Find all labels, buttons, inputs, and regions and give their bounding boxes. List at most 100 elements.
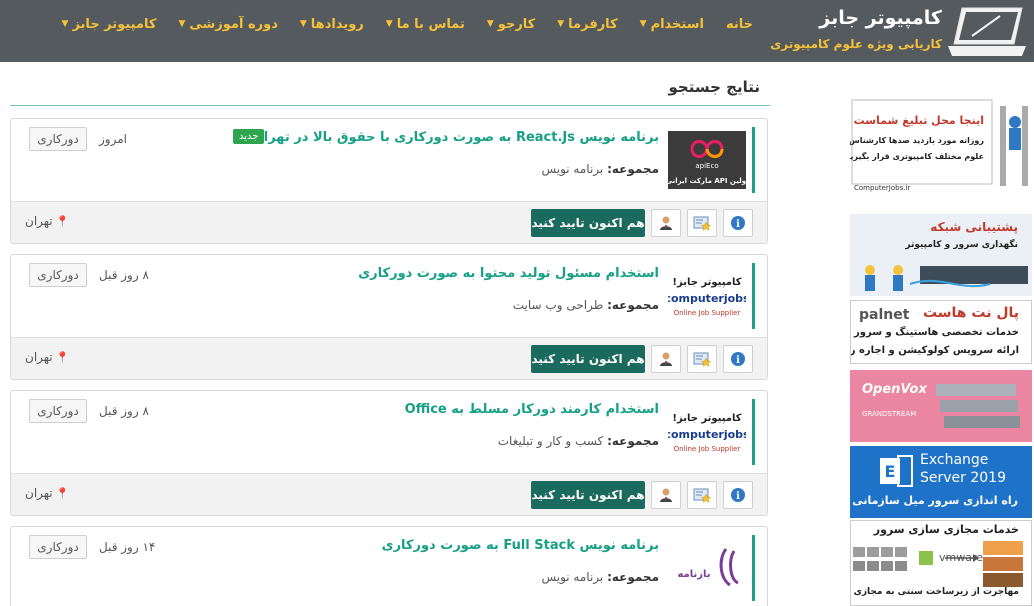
company-logo[interactable]: کامپیوتر جابز! computerjobs Online Job S… (667, 399, 755, 465)
nav-item-home[interactable]: خانه (715, 17, 764, 32)
svg-text:i: i (736, 491, 740, 502)
ad-body: ارائه سرویس کولوکیشن و اجاره رک (850, 345, 1019, 356)
job-type-badge: دورکاری (29, 535, 87, 559)
bookmark-button[interactable] (687, 481, 717, 509)
ad-title: پشتیبانی شبکه (930, 220, 1018, 234)
map-pin-icon: 📍 (55, 214, 70, 228)
main-nav: خانه استخدام ▼ کارفرما ▼ کارجو ▼ تماس با ما… (51, 0, 764, 48)
ad-banner-palnet[interactable]: palnet پال نت هاست خدمات تخصصی هاستینگ و… (850, 300, 1032, 364)
svg-text:بازنامه: بازنامه (677, 569, 710, 580)
job-title-link[interactable]: برنامه نویس React.Js به صورت دورکاری با … (253, 130, 659, 145)
chevron-down-icon: ▼ (385, 19, 393, 29)
card-footer: i هم اکنون تایید کنید 📍 تهران (11, 337, 767, 379)
svg-text:E: E (885, 462, 896, 481)
card-footer: i هم اکنون تایید کنید 📍 تهران (11, 201, 767, 243)
info-button[interactable]: i (723, 209, 753, 237)
ad-brand: OpenVox (862, 382, 927, 397)
job-card: کامپیوتر جابز! computerjobs Online Job S… (10, 254, 768, 380)
info-button[interactable]: i (723, 481, 753, 509)
company-logo[interactable]: apiEco اولین API مارکت ایرانی (667, 127, 755, 193)
exchange-logo-icon: E (880, 455, 913, 487)
chevron-down-icon: ▼ (639, 19, 647, 29)
job-location: 📍 تهران (25, 214, 70, 228)
job-category: مجموعه: برنامه نویس (541, 570, 659, 584)
nav-item-computerjobs[interactable]: کامپیوتر جابز ▼ (51, 17, 168, 32)
employer-profile-button[interactable] (651, 481, 681, 509)
ad-banner-openvox[interactable]: OpenVox GRANDSTREAM (850, 370, 1032, 442)
top-bar: کامپیوتر جابز کاریابی ویژه علوم کامپیوتر… (0, 0, 1034, 62)
info-icon: i (731, 352, 745, 366)
svg-text:اولین API مارکت ایرانی: اولین API مارکت ایرانی (668, 177, 746, 185)
ad-banner-exchange[interactable]: E Exchange Server 2019 راه اندازی سرور م… (850, 446, 1032, 518)
user-icon (660, 352, 672, 366)
card-star-icon (693, 216, 711, 231)
ad-banner-virtualization[interactable]: خدمات مجازی سازی سرور vmware مهاجرت از ز… (850, 520, 1032, 606)
card-star-icon (693, 352, 711, 367)
job-title-link[interactable]: استخدام کارمند دورکار مسلط به Office (405, 402, 659, 417)
map-pin-icon: 📍 (55, 350, 70, 364)
results-panel: نتایج جستجو apiEco اولین API مارکت ایران… (10, 62, 770, 606)
job-card: apiEco اولین API مارکت ایرانی برنامه نوی… (10, 118, 768, 244)
job-type-badge: دورکاری (29, 127, 87, 151)
ad-site: ComputerJobs.ir (854, 184, 911, 192)
company-logo[interactable]: کامپیوتر جابز! computerjobs Online Job S… (667, 263, 755, 329)
apieco-logo-icon: apiEco اولین API مارکت ایرانی (668, 131, 746, 189)
ad-body: خدمات تخصصی هاستینگ و سرور (854, 327, 1019, 338)
ad-image (850, 370, 1032, 442)
nav-item-employment[interactable]: استخدام ▼ (629, 17, 715, 32)
svg-text:کامپیوتر جابز!: کامپیوتر جابز! (672, 413, 741, 424)
nav-item-events[interactable]: رویدادها ▼ (289, 17, 375, 32)
ad-body: مهاجرت از زیرساخت سنتی به مجازی (853, 587, 1019, 597)
ad-title: خدمات مجازی سازی سرور (873, 523, 1019, 536)
new-badge: جدید (233, 129, 265, 144)
ad-title: اینجا محل تبلیغ شماست (853, 114, 984, 127)
job-type-badge: دورکاری (29, 399, 87, 423)
ad-sub: GRANDSTREAM (862, 410, 917, 418)
job-title-link[interactable]: استخدام مسئول تولید محتوا به صورت دورکار… (358, 266, 659, 281)
user-icon (660, 488, 672, 502)
ad-title: پال نت هاست (922, 305, 1019, 321)
ad-brand: vmware (939, 551, 984, 564)
apply-button[interactable]: هم اکنون تایید کنید (531, 345, 645, 373)
nav-item-courses[interactable]: دوره آموزشی ▼ (167, 17, 288, 32)
chevron-down-icon: ▼ (486, 19, 494, 29)
map-pin-icon: 📍 (55, 486, 70, 500)
apply-button[interactable]: هم اکنون تایید کنید (531, 209, 645, 237)
baznameh-logo-icon: بازنامه (668, 539, 746, 597)
svg-text:computerjobs: computerjobs (668, 428, 746, 441)
svg-text:computerjobs: computerjobs (668, 292, 746, 305)
nav-item-contact[interactable]: تماس با ما ▼ (375, 17, 476, 32)
ad-body: علوم مختلف کامپیوتری قرار بگیرید (850, 152, 984, 161)
card-footer: i هم اکنون تایید کنید 📍 تهران (11, 473, 767, 515)
bookmark-button[interactable] (687, 209, 717, 237)
ad-line2: Server 2019 (920, 470, 1006, 486)
ad-body: راه اندازی سرور میل سازمانی (852, 494, 1018, 507)
apply-button[interactable]: هم اکنون تایید کنید (531, 481, 645, 509)
job-title-link[interactable]: برنامه نویس Full Stack به صورت دورکاری (382, 538, 659, 553)
card-star-icon (693, 488, 711, 503)
nav-item-jobseeker[interactable]: کارجو ▼ (476, 17, 546, 32)
brand[interactable]: کامپیوتر جابز کاریابی ویژه علوم کامپیوتر… (770, 0, 1034, 62)
job-location: 📍 تهران (25, 350, 70, 364)
info-icon: i (731, 216, 745, 230)
ad-banner-advertise-here[interactable]: اینجا محل تبلیغ شماست روزانه مورد بازدید… (850, 98, 1032, 194)
nav-item-employer[interactable]: کارفرما ▼ (546, 17, 628, 32)
company-logo[interactable]: بازنامه (667, 535, 755, 601)
laptop-logo-icon (948, 7, 1026, 56)
job-date: امروز (99, 132, 127, 146)
bookmark-button[interactable] (687, 345, 717, 373)
job-category: مجموعه: برنامه نویس (541, 162, 659, 176)
ad-banner-network-support[interactable]: پشتیبانی شبکه نگهداری سرور و کامپیوتر (850, 214, 1032, 296)
employer-profile-button[interactable] (651, 209, 681, 237)
svg-text:i: i (736, 355, 740, 366)
ad-body: نگهداری سرور و کامپیوتر (905, 240, 1018, 250)
svg-text:Online Job Supplier: Online Job Supplier (674, 445, 741, 453)
info-button[interactable]: i (723, 345, 753, 373)
job-location: 📍 تهران (25, 486, 70, 500)
page-title: نتایج جستجو (668, 78, 760, 96)
employer-profile-button[interactable] (651, 345, 681, 373)
ad-body: روزانه مورد بازدید صدها کارشناس و مدیر (850, 136, 984, 145)
computerjobs-logo-icon: کامپیوتر جابز! computerjobs Online Job S… (668, 267, 746, 325)
chevron-down-icon: ▼ (61, 19, 69, 29)
job-date: ۱۴ روز قبل (99, 540, 156, 554)
